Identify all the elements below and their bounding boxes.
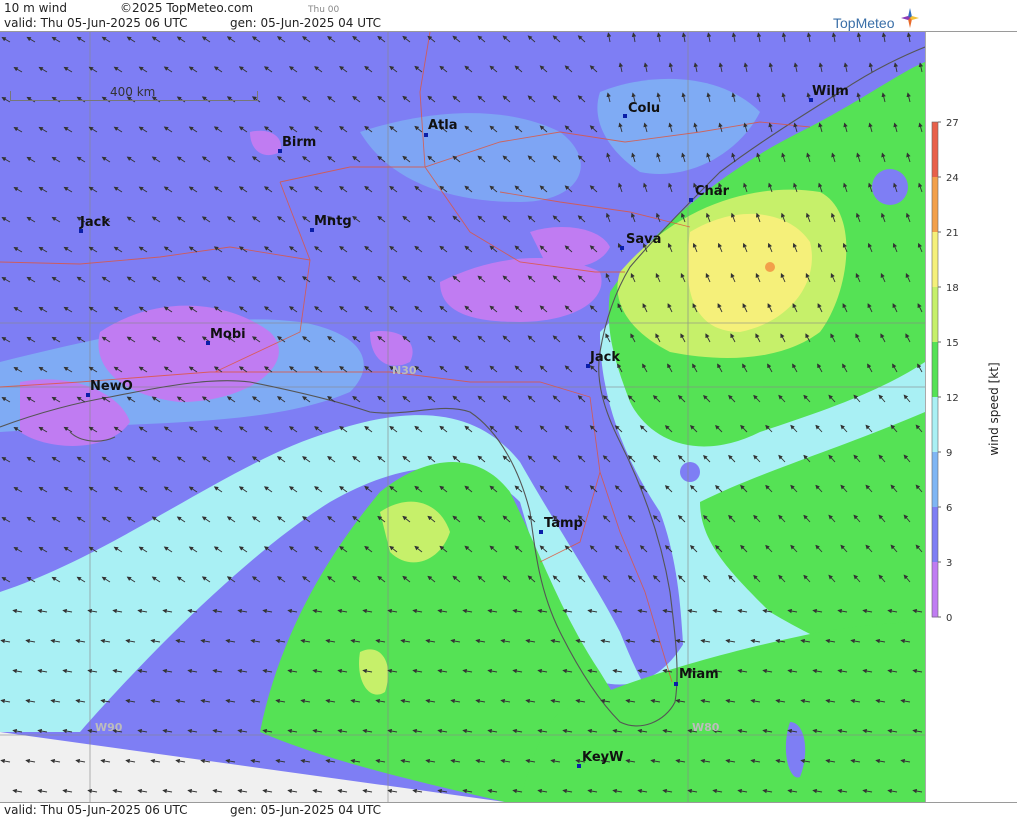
city-label-sava[interactable]: Sava: [626, 232, 661, 247]
valid-time: valid: Thu 05-Jun-2025 06 UTC: [4, 16, 188, 30]
header-bar: 10 m wind ©2025 TopMeteo.com Thu 00 vali…: [0, 0, 1017, 32]
city-label-tamp[interactable]: Tamp: [544, 516, 583, 531]
legend-title: wind speed [kt]: [987, 362, 1001, 456]
city-label-miam[interactable]: Miam: [679, 667, 719, 682]
footer-valid-time: valid: Thu 05-Jun-2025 06 UTC: [4, 803, 188, 817]
legend-tick-label: 24: [946, 173, 959, 184]
city-marker: [539, 530, 543, 534]
day-code: Thu 00: [308, 5, 340, 15]
wind-speed-legend: 27 24 21 18 15 12 9 6 3 0 wind speed [kt]: [925, 32, 1017, 802]
map-title: 10 m wind: [4, 1, 67, 15]
legend-swatch: [932, 507, 938, 563]
city-label-keyw[interactable]: KeyW: [582, 750, 623, 765]
city-marker: [674, 682, 678, 686]
city-label-char[interactable]: Char: [695, 184, 729, 199]
city-label-newo[interactable]: NewO: [90, 379, 133, 394]
city-label-birm[interactable]: Birm: [282, 135, 316, 150]
legend-tick-label: 6: [946, 503, 952, 514]
legend-swatch: [932, 397, 938, 453]
wind-map[interactable]: 400 km N30 W90 W80 Atla Birm Colu Wilm J…: [0, 32, 925, 802]
footer-gen-time: gen: 05-Jun-2025 04 UTC: [230, 803, 382, 817]
city-marker: [577, 764, 581, 768]
grid-label-n30: N30: [392, 364, 417, 377]
city-label-jack-ms[interactable]: Jack: [80, 215, 110, 230]
legend-swatch: [932, 122, 938, 178]
compass-icon: [901, 8, 919, 28]
legend-tick-label: 0: [946, 613, 952, 624]
legend-tick-label: 15: [946, 338, 959, 349]
legend-swatch: [932, 452, 938, 508]
city-label-jack-fl[interactable]: Jack: [590, 350, 620, 365]
legend-swatch: [932, 232, 938, 288]
legend-tick-label: 18: [946, 283, 959, 294]
legend-tick-label: 21: [946, 228, 959, 239]
wind-field-svg: [0, 32, 925, 802]
legend-tick-label: 27: [946, 118, 959, 129]
city-marker: [623, 114, 627, 118]
legend-tick-label: 9: [946, 448, 952, 459]
city-label-wilm[interactable]: Wilm: [812, 84, 849, 99]
scale-label: 400 km: [110, 85, 156, 99]
topmeteo-logo[interactable]: TopMeteo: [833, 8, 923, 31]
legend-tick-label: 12: [946, 393, 959, 404]
logo-text: TopMeteo: [833, 15, 895, 31]
city-label-mobi[interactable]: Mobi: [210, 327, 246, 342]
legend-swatch: [932, 177, 938, 233]
legend-swatch: [932, 562, 938, 618]
city-marker: [424, 133, 428, 137]
legend-swatch: [932, 342, 938, 398]
city-label-colu[interactable]: Colu: [628, 101, 660, 116]
city-label-atla[interactable]: Atla: [428, 118, 458, 133]
legend-colorbar: 27 24 21 18 15 12 9 6 3 0: [931, 118, 959, 624]
city-marker: [689, 198, 693, 202]
footer-bar: valid: Thu 05-Jun-2025 06 UTC gen: 05-Ju…: [0, 802, 1017, 817]
city-label-mntg[interactable]: Mntg: [314, 214, 352, 229]
legend-tick-label: 3: [946, 558, 952, 569]
copyright-text: ©2025 TopMeteo.com: [120, 1, 254, 15]
grid-label-w80: W80: [692, 721, 720, 734]
gen-time: gen: 05-Jun-2025 04 UTC: [230, 16, 382, 30]
city-marker: [620, 246, 624, 250]
legend-swatch: [932, 287, 938, 343]
grid-label-w90: W90: [95, 721, 123, 734]
